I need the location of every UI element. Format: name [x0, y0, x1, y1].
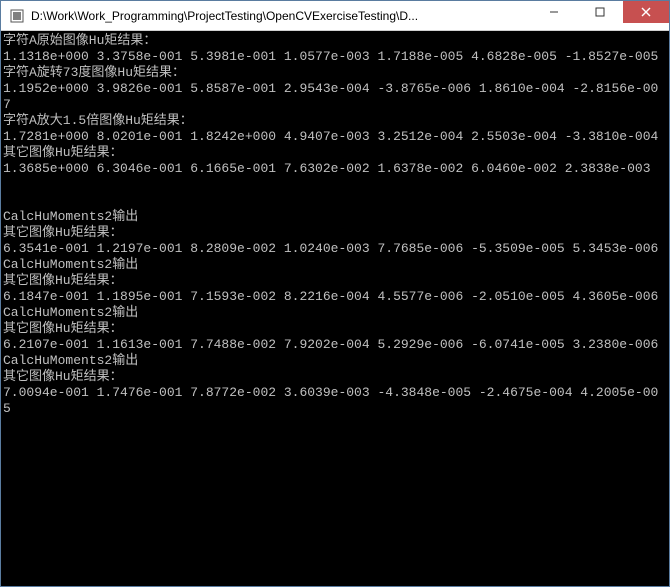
app-window: D:\Work\Work_Programming\ProjectTesting\…	[0, 0, 670, 587]
maximize-button[interactable]	[577, 1, 623, 23]
window-title: D:\Work\Work_Programming\ProjectTesting\…	[31, 9, 531, 23]
titlebar[interactable]: D:\Work\Work_Programming\ProjectTesting\…	[1, 1, 669, 31]
console-output: 字符A原始图像Hu矩结果： 1.1318e+000 3.3758e-001 5.…	[1, 31, 669, 586]
window-controls	[531, 1, 669, 30]
app-icon	[9, 8, 25, 24]
minimize-button[interactable]	[531, 1, 577, 23]
close-button[interactable]	[623, 1, 669, 23]
